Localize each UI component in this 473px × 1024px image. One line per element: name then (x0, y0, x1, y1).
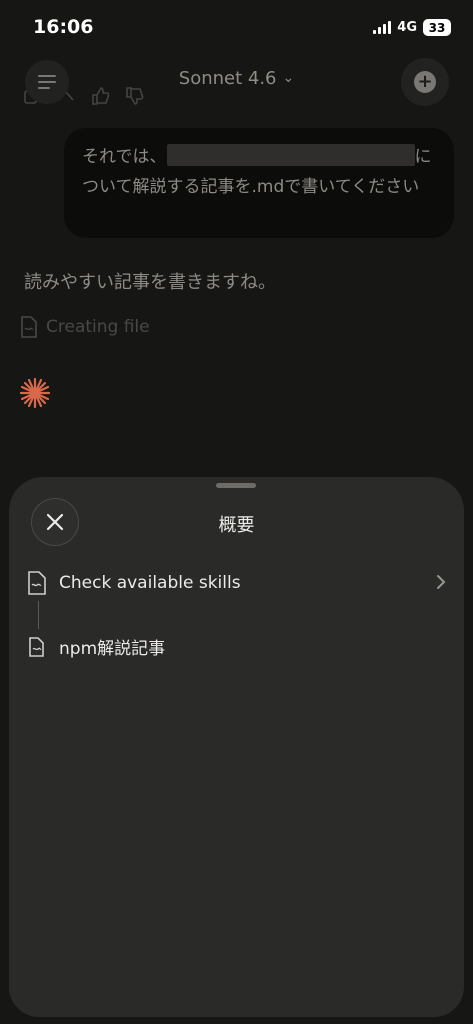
new-chat-button[interactable]: + (401, 58, 449, 106)
summary-item-label: Check available skills (59, 573, 241, 593)
sheet-title: 概要 (218, 515, 255, 536)
status-indicators: 4G 33 (373, 19, 451, 36)
redacted-text (166, 144, 415, 166)
network-type: 4G (397, 20, 417, 35)
status-time: 16:06 (33, 16, 94, 38)
assistant-reply: 読みやすい記事を書きますね。 (24, 272, 276, 293)
summary-item-check-skills[interactable]: Check available skills (27, 571, 447, 595)
tool-status[interactable]: Creating file (20, 316, 150, 338)
thumbs-up-icon (92, 87, 110, 105)
tool-status-label: Creating file (46, 317, 150, 337)
claude-spark-icon (19, 377, 51, 409)
user-message-text-start: それでは、 (82, 147, 167, 167)
thumbs-down-icon (126, 87, 144, 105)
summary-sheet: 概要 Check available skills npm解説記事 (9, 477, 464, 1017)
battery-level: 33 (423, 19, 451, 36)
summary-item-npm-article[interactable]: npm解説記事 (27, 634, 447, 659)
summary-item-label: npm解説記事 (59, 639, 166, 659)
user-message-bubble: それでは、 について解説する記事を.mdで書いてください (64, 128, 454, 238)
file-icon (29, 636, 44, 657)
file-icon (28, 571, 46, 595)
chevron-down-icon: ⌄ (282, 70, 295, 86)
sheet-grabber[interactable] (216, 483, 256, 488)
chevron-right-icon (437, 575, 446, 589)
timeline-connector (38, 601, 39, 629)
status-bar: 16:06 4G 33 (0, 0, 473, 56)
model-name: Sonnet 4.6 (178, 68, 277, 89)
cellular-signal-icon (373, 21, 392, 34)
file-icon (21, 316, 37, 338)
plus-icon: + (414, 71, 436, 93)
